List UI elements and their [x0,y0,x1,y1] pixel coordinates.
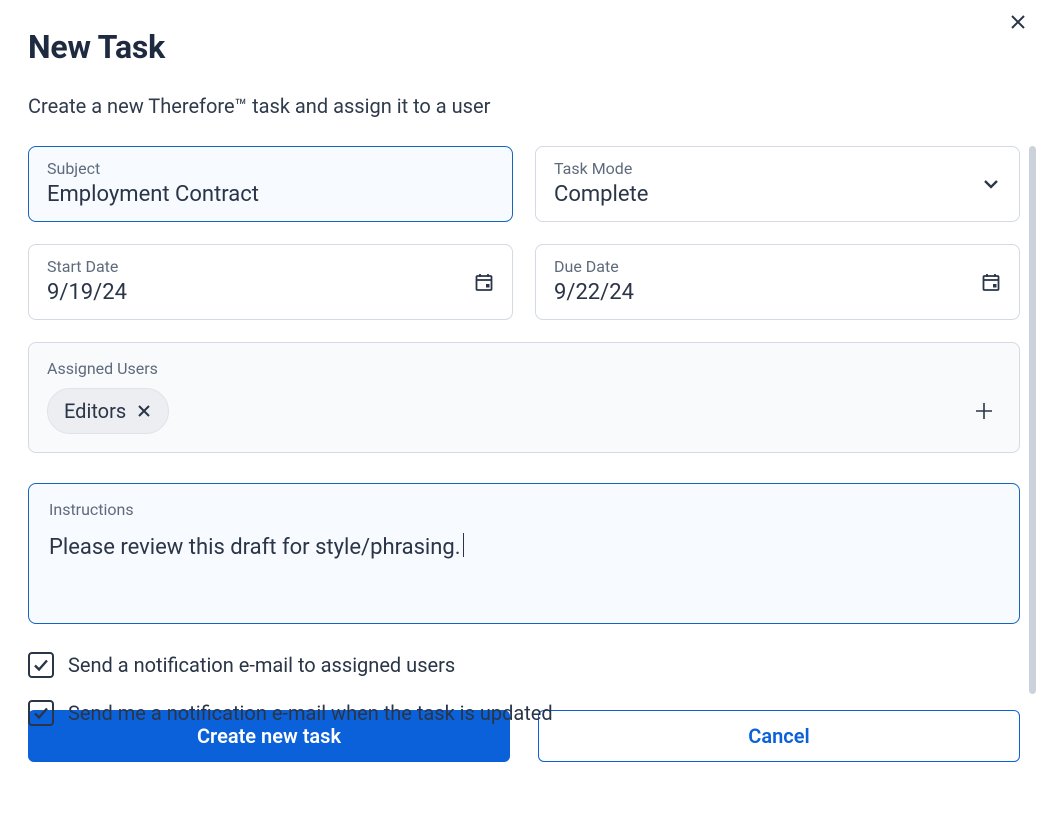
subject-value: Employment Contract [47,182,494,207]
notify-me-row: Send me a notification e-mail when the t… [28,700,1020,726]
due-date-field[interactable]: Due Date 9/22/24 [535,244,1020,320]
subject-field[interactable]: Subject Employment Contract [28,146,513,222]
remove-chip-button[interactable] [136,403,152,419]
plus-icon [973,400,995,422]
due-date-label: Due Date [554,257,1001,276]
chevron-down-icon [981,174,1001,194]
notify-me-label: Send me a notification e-mail when the t… [68,701,553,725]
notify-assigned-label: Send a notification e-mail to assigned u… [68,653,455,677]
calendar-icon [474,272,494,292]
close-button[interactable] [1008,12,1032,36]
dialog-title: New Task [28,28,1020,66]
scrollbar[interactable] [1029,146,1036,694]
task-mode-label: Task Mode [554,159,1001,178]
text-cursor [463,533,464,557]
close-icon [1008,12,1028,32]
instructions-value: Please review this draft for style/phras… [49,535,461,560]
checkmark-icon [32,704,50,722]
close-icon [137,404,151,418]
user-chip-label: Editors [64,399,126,423]
task-mode-field[interactable]: Task Mode Complete [535,146,1020,222]
assigned-users-field[interactable]: Assigned Users Editors [28,342,1020,453]
form-area: Subject Employment Contract Task Mode Co… [28,146,1020,704]
notify-assigned-row: Send a notification e-mail to assigned u… [28,652,1020,678]
checkmark-icon [32,656,50,674]
due-date-value: 9/22/24 [554,280,1001,305]
task-mode-value: Complete [554,182,1001,207]
add-user-button[interactable] [973,400,995,426]
assigned-users-chips: Editors [47,388,1001,434]
assigned-users-label: Assigned Users [47,359,1001,378]
notify-me-checkbox[interactable] [28,700,54,726]
start-date-label: Start Date [47,257,494,276]
dialog-subtitle: Create a new Therefore™ task and assign … [28,94,1020,118]
user-chip[interactable]: Editors [47,388,169,434]
instructions-field[interactable]: Instructions Please review this draft fo… [28,483,1020,624]
start-date-value: 9/19/24 [47,280,494,305]
instructions-label: Instructions [49,500,999,519]
new-task-dialog: New Task Create a new Therefore™ task an… [0,0,1048,824]
notify-assigned-checkbox[interactable] [28,652,54,678]
instructions-textarea[interactable]: Please review this draft for style/phras… [49,533,999,603]
start-date-field[interactable]: Start Date 9/19/24 [28,244,513,320]
calendar-icon [981,272,1001,292]
subject-label: Subject [47,159,494,178]
